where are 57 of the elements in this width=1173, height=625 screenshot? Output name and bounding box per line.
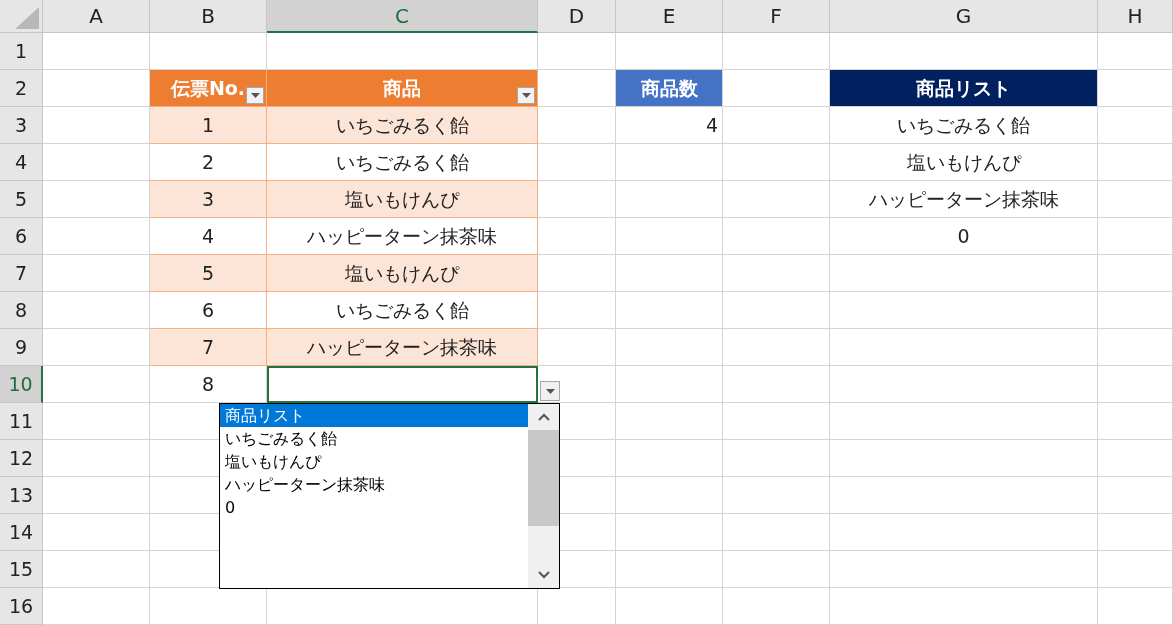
filter-button[interactable] <box>246 87 264 104</box>
table-header-label: 伝票No. <box>170 75 246 101</box>
list-cell: 塩いもけんぴ <box>830 144 1098 181</box>
row-header[interactable]: 5 <box>0 181 43 218</box>
list-option[interactable]: 商品リスト <box>220 404 528 427</box>
caret-icon <box>521 93 531 98</box>
row-header[interactable]: 4 <box>0 144 43 181</box>
row-header[interactable]: 1 <box>0 33 43 70</box>
column-header[interactable]: A <box>43 0 150 33</box>
row-header[interactable]: 15 <box>0 551 43 588</box>
list-cell: ハッピーターン抹茶味 <box>830 181 1098 218</box>
row-header[interactable]: 8 <box>0 292 43 329</box>
dropdown-button[interactable] <box>540 381 560 401</box>
list-option[interactable]: 0 <box>220 496 528 519</box>
triangle-icon <box>13 7 39 29</box>
list-cell: いちごみるく飴 <box>830 107 1098 144</box>
row-header[interactable]: 10 <box>0 366 43 403</box>
chevron-down-icon[interactable] <box>537 571 550 579</box>
table-cell: 1 <box>150 107 267 144</box>
column-header[interactable]: B <box>150 0 267 33</box>
row-header[interactable]: 13 <box>0 477 43 514</box>
chevron-up-icon[interactable] <box>537 413 550 421</box>
row-header[interactable]: 6 <box>0 218 43 255</box>
number-cell: 4 <box>616 107 723 144</box>
list-option[interactable]: 塩いもけんぴ <box>220 450 528 473</box>
table-header-label: 商品 <box>383 75 421 101</box>
header-cell: 商品数 <box>616 70 723 107</box>
row-header[interactable]: 16 <box>0 588 43 625</box>
list-option[interactable]: いちごみるく飴 <box>220 427 528 450</box>
row-header[interactable]: 7 <box>0 255 43 292</box>
column-header[interactable]: E <box>616 0 723 33</box>
caret-icon <box>545 388 555 394</box>
row-header[interactable]: 2 <box>0 70 43 107</box>
column-header[interactable]: G <box>830 0 1098 33</box>
row-header[interactable]: 3 <box>0 107 43 144</box>
active-cell[interactable] <box>267 366 538 403</box>
table-cell: 5 <box>150 255 267 292</box>
scrollbar[interactable] <box>528 404 559 588</box>
filter-button[interactable] <box>517 87 535 104</box>
list-option[interactable]: ハッピーターン抹茶味 <box>220 473 528 496</box>
column-header[interactable]: F <box>723 0 830 33</box>
column-header[interactable]: D <box>538 0 616 33</box>
column-header[interactable]: H <box>1098 0 1173 33</box>
table-cell: 7 <box>150 329 267 366</box>
row-header[interactable]: 11 <box>0 403 43 440</box>
row-header[interactable]: 14 <box>0 514 43 551</box>
table-cell: 塩いもけんぴ <box>267 255 538 292</box>
row-header[interactable]: 12 <box>0 440 43 477</box>
column-header[interactable]: C <box>267 0 538 33</box>
row-header[interactable]: 9 <box>0 329 43 366</box>
table-cell: ハッピーターン抹茶味 <box>267 329 538 366</box>
table-cell: 塩いもけんぴ <box>267 181 538 218</box>
caret-icon <box>250 93 260 98</box>
table-cell: 3 <box>150 181 267 218</box>
list-cell: 0 <box>830 218 1098 255</box>
table-cell: いちごみるく飴 <box>267 107 538 144</box>
header-cell: 商品リスト <box>830 70 1098 107</box>
